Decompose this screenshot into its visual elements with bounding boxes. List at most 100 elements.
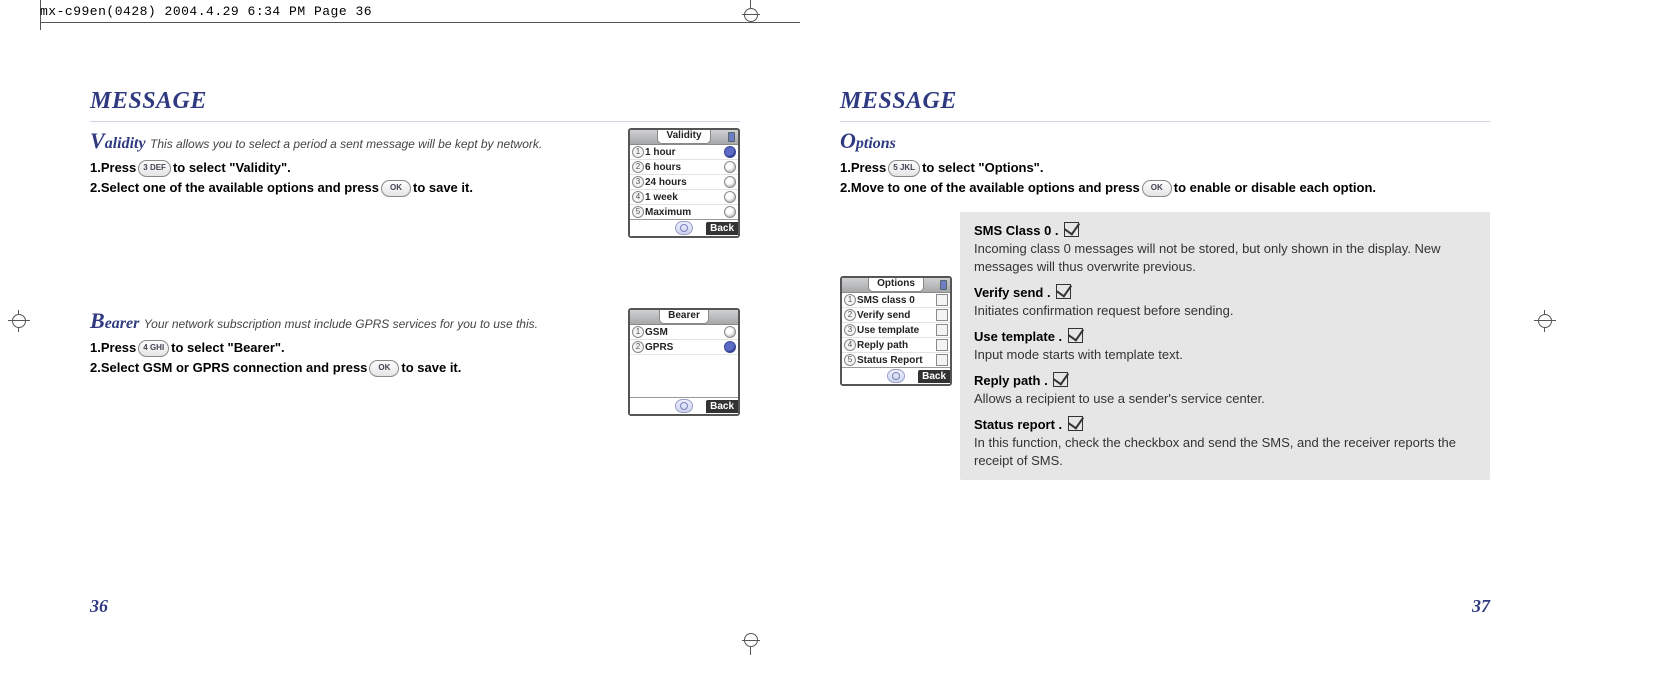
step-line: 1.Press 4 GHI to select "Bearer". [90, 338, 616, 358]
phone-title: Validity [657, 130, 710, 144]
row-number: 1 [632, 146, 644, 158]
heading-cap: O [840, 128, 856, 153]
checkbox-icon[interactable] [936, 339, 948, 351]
checkbox-icon [1064, 222, 1079, 237]
scroll-indicator-icon [728, 132, 735, 142]
subheading-validity: Validity This allows you to select a per… [90, 128, 616, 154]
step-text: to save it. [413, 178, 473, 198]
phone-list: 11 hour 26 hours 324 hours 41 week 5Maxi… [630, 145, 738, 219]
list-item-label: Reply path [857, 340, 936, 351]
key-ok-icon: OK [1142, 180, 1172, 197]
checkbox-icon[interactable] [936, 354, 948, 366]
radio-icon[interactable] [724, 191, 736, 203]
checkbox-icon[interactable] [936, 324, 948, 336]
list-item-label: 6 hours [645, 162, 724, 173]
opt-desc: In this function, check the checkbox and… [974, 434, 1476, 470]
list-item[interactable]: 5Maximum [630, 205, 738, 219]
step-text: 2.Select GSM or GPRS connection and pres… [90, 358, 367, 378]
checkbox-icon[interactable] [936, 294, 948, 306]
opt-title: Status report . [974, 417, 1066, 432]
step-text: to select "Validity". [173, 158, 291, 178]
options-definitions: SMS Class 0 . Incoming class 0 messages … [960, 212, 1490, 479]
step-line: 2.Move to one of the available options a… [840, 178, 1490, 198]
list-item-label: SMS class 0 [857, 295, 936, 306]
nav-icon[interactable] [675, 399, 693, 413]
subheading-bearer: Bearer Your network subscription must in… [90, 308, 616, 334]
list-item[interactable]: 324 hours [630, 175, 738, 190]
checkbox-icon[interactable] [936, 309, 948, 321]
back-button[interactable]: Back [706, 222, 738, 235]
checkbox-icon [1056, 284, 1071, 299]
screenshot-bearer: Bearer 1GSM 2GPRS Back [628, 308, 740, 416]
checkbox-icon [1068, 416, 1083, 431]
registration-mark-icon [740, 633, 762, 655]
row-number: 2 [632, 341, 644, 353]
page-title: MESSAGE [840, 88, 1490, 122]
registration-mark-icon [8, 310, 30, 332]
heading-rest: alidity [105, 135, 146, 152]
list-item[interactable]: 1GSM [630, 325, 738, 340]
heading-cap: V [90, 128, 105, 153]
back-button[interactable]: Back [706, 400, 738, 413]
row-number: 3 [844, 324, 856, 336]
section-bearer: Bearer Your network subscription must in… [90, 308, 740, 416]
radio-icon[interactable] [724, 146, 736, 158]
page-title: MESSAGE [90, 88, 740, 122]
list-item[interactable]: 41 week [630, 190, 738, 205]
key-ok-icon: OK [369, 360, 399, 377]
radio-icon[interactable] [724, 161, 736, 173]
list-item-label: Use template [857, 325, 936, 336]
row-number: 2 [844, 309, 856, 321]
heading-sub: This allows you to select a period a sen… [150, 137, 542, 151]
scroll-indicator-icon [940, 280, 947, 290]
opt-title: Reply path . [974, 373, 1051, 388]
list-item-label: 1 hour [645, 147, 724, 158]
list-item[interactable]: 1SMS class 0 [842, 293, 950, 308]
back-button[interactable]: Back [918, 370, 950, 383]
phone-list: 1SMS class 0 2Verify send 3Use template … [842, 293, 950, 367]
opt-title: Use template . [974, 329, 1066, 344]
list-item[interactable]: 2Verify send [842, 308, 950, 323]
nav-icon[interactable] [887, 369, 905, 383]
list-item-label: Verify send [857, 310, 936, 321]
page-37: MESSAGE Options 1.Press 5 JKL to select … [780, 50, 1540, 625]
step-text: 1.Press [90, 158, 136, 178]
list-item[interactable]: 4Reply path [842, 338, 950, 353]
radio-icon[interactable] [724, 326, 736, 338]
page-number: 37 [1472, 596, 1490, 617]
heading-cap: B [90, 308, 105, 333]
list-item[interactable]: 11 hour [630, 145, 738, 160]
list-item[interactable]: 5Status Report [842, 353, 950, 367]
radio-icon[interactable] [724, 176, 736, 188]
row-number: 4 [844, 339, 856, 351]
registration-mark-icon [740, 0, 762, 22]
radio-icon[interactable] [724, 341, 736, 353]
row-number: 1 [844, 294, 856, 306]
phone-title: Options [868, 278, 924, 292]
opt-desc: Initiates confirmation request before se… [974, 302, 1476, 320]
row-number: 2 [632, 161, 644, 173]
nav-icon[interactable] [675, 221, 693, 235]
list-item[interactable]: 26 hours [630, 160, 738, 175]
phone-title: Bearer [659, 310, 709, 324]
screenshot-validity: Validity 11 hour 26 hours 324 hours 41 w… [628, 128, 740, 238]
screenshot-options: Options 1SMS class 0 2Verify send 3Use t… [840, 276, 952, 386]
row-number: 1 [632, 326, 644, 338]
step-line: 2.Select one of the available options an… [90, 178, 616, 198]
radio-icon[interactable] [724, 206, 736, 218]
step-line: 1.Press 5 JKL to select "Options". [840, 158, 1490, 178]
checkbox-icon [1068, 328, 1083, 343]
list-item[interactable]: 2GPRS [630, 340, 738, 354]
list-item[interactable]: 3Use template [842, 323, 950, 338]
key-3-icon: 3 DEF [138, 160, 171, 177]
list-item-label: Status Report [857, 355, 936, 366]
heading-rest: ptions [856, 135, 896, 152]
step-text: to select "Bearer". [171, 338, 285, 358]
section-validity: Validity This allows you to select a per… [90, 128, 740, 238]
row-number: 5 [844, 354, 856, 366]
list-item-label: GPRS [645, 342, 724, 353]
step-line: 1.Press 3 DEF to select "Validity". [90, 158, 616, 178]
page-36: MESSAGE Validity This allows you to sele… [40, 50, 780, 625]
key-ok-icon: OK [381, 180, 411, 197]
step-line: 2.Select GSM or GPRS connection and pres… [90, 358, 616, 378]
